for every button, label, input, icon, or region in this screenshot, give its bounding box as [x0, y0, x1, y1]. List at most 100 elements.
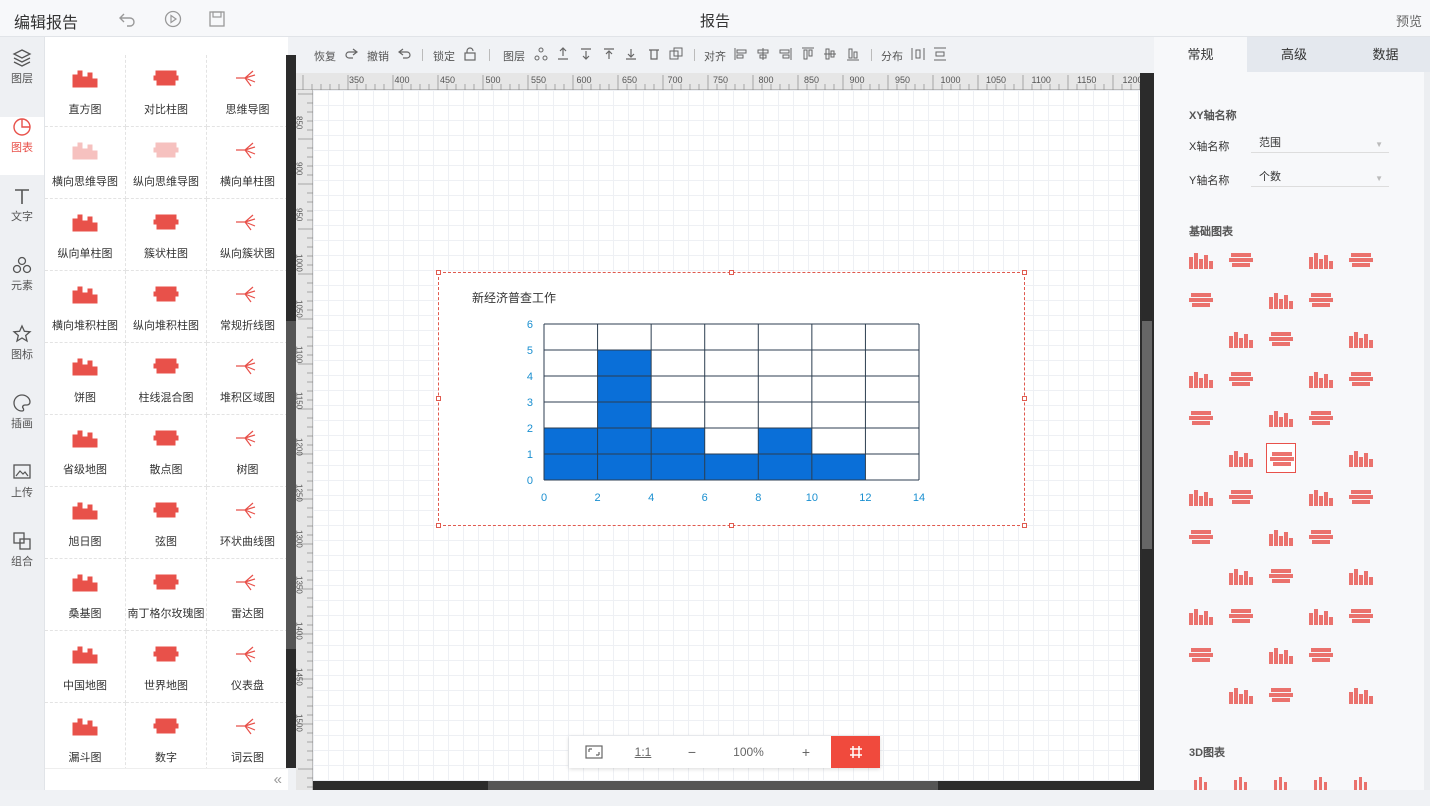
basic-chart-option[interactable]	[1266, 561, 1296, 591]
basic-chart-option[interactable]	[1346, 285, 1376, 315]
chart-type-item[interactable]: 南丁格尔玫瑰图	[126, 559, 207, 631]
basic-chart-option[interactable]	[1306, 324, 1336, 354]
layer-button[interactable]: 图层	[503, 48, 525, 64]
basic-chart-option[interactable]	[1346, 482, 1376, 512]
basic-chart-option[interactable]	[1346, 403, 1376, 433]
resize-handle-se[interactable]	[1022, 523, 1027, 528]
basic-chart-option[interactable]	[1266, 403, 1296, 433]
3d-chart-option[interactable]	[1266, 776, 1296, 806]
distribute-vertical-icon[interactable]	[933, 47, 947, 61]
chart-type-item[interactable]: 桑基图	[45, 559, 126, 631]
basic-chart-option[interactable]	[1186, 324, 1216, 354]
basic-chart-option[interactable]	[1266, 324, 1296, 354]
canvas-h-scrollbar-thumb[interactable]	[488, 781, 938, 790]
chart-type-item[interactable]: 饼图	[45, 343, 126, 415]
copy-icon[interactable]	[669, 47, 683, 61]
chart-type-item[interactable]: 纵向簇状图	[207, 199, 288, 271]
basic-chart-option[interactable]	[1346, 601, 1376, 631]
chart-type-item[interactable]: 仪表盘	[207, 631, 288, 703]
canvas-v-scrollbar[interactable]	[1140, 73, 1154, 790]
basic-chart-option[interactable]	[1346, 680, 1376, 710]
basic-chart-option[interactable]	[1226, 561, 1256, 591]
align-middle-v-icon[interactable]	[823, 47, 837, 61]
basic-chart-option[interactable]	[1266, 601, 1296, 631]
basic-chart-option[interactable]	[1226, 482, 1256, 512]
chart-type-item[interactable]: 散点图	[126, 415, 207, 487]
chart-type-item[interactable]: 横向堆积柱图	[45, 271, 126, 343]
basic-chart-option[interactable]	[1266, 482, 1296, 512]
undo-icon[interactable]	[398, 47, 412, 61]
basic-chart-option[interactable]	[1346, 522, 1376, 552]
tab-general[interactable]: 常规	[1154, 37, 1247, 72]
basic-chart-option[interactable]	[1226, 364, 1256, 394]
chart-type-item[interactable]: 簇状柱图	[126, 199, 207, 271]
nav-elements[interactable]: 元素	[0, 255, 44, 313]
chart-type-item[interactable]: 词云图	[207, 703, 288, 775]
basic-chart-option[interactable]	[1306, 443, 1336, 473]
undo-arrow-icon[interactable]	[118, 10, 136, 28]
basic-chart-option[interactable]	[1266, 364, 1296, 394]
basic-chart-option[interactable]	[1306, 680, 1336, 710]
chart-type-item[interactable]: 数字	[126, 703, 207, 775]
basic-chart-option[interactable]	[1306, 482, 1336, 512]
3d-chart-option[interactable]	[1186, 776, 1216, 806]
one-to-one-button[interactable]: 1:1	[618, 736, 668, 768]
chart-type-item[interactable]: 世界地图	[126, 631, 207, 703]
basic-chart-option[interactable]	[1306, 245, 1336, 275]
chart-type-item[interactable]: 省级地图	[45, 415, 126, 487]
chart-type-item[interactable]: 中国地图	[45, 631, 126, 703]
basic-chart-option[interactable]	[1226, 601, 1256, 631]
basic-chart-option[interactable]	[1226, 403, 1256, 433]
chart-type-item[interactable]: 雷达图	[207, 559, 288, 631]
collapse-double-chevron-icon[interactable]: «	[274, 771, 282, 788]
basic-chart-option[interactable]	[1306, 285, 1336, 315]
basic-chart-option[interactable]	[1226, 324, 1256, 354]
send-backward-icon[interactable]	[579, 47, 593, 61]
basic-chart-option[interactable]	[1186, 680, 1216, 710]
align-center-h-icon[interactable]	[756, 47, 770, 61]
distribute-button[interactable]: 分布	[881, 48, 903, 64]
redo-icon[interactable]	[344, 47, 358, 61]
nav-layers[interactable]: 图层	[0, 48, 44, 106]
save-icon[interactable]	[208, 10, 226, 28]
properties-scrollbar[interactable]	[1424, 72, 1430, 790]
chart-type-item[interactable]: 堆积区域图	[207, 343, 288, 415]
basic-chart-option[interactable]	[1346, 640, 1376, 670]
basic-chart-option[interactable]	[1226, 285, 1256, 315]
basic-chart-option[interactable]	[1186, 364, 1216, 394]
y-axis-name-select[interactable]: 个数 ▼	[1251, 169, 1389, 187]
resize-handle-nw[interactable]	[436, 270, 441, 275]
basic-chart-option[interactable]	[1306, 561, 1336, 591]
x-axis-name-select[interactable]: 范围 ▼	[1251, 135, 1389, 153]
chart-type-item[interactable]: 环状曲线图	[207, 487, 288, 559]
panel-scrollbar[interactable]	[286, 55, 296, 768]
basic-chart-option[interactable]	[1186, 285, 1216, 315]
preview-button[interactable]: 预览	[1396, 11, 1422, 30]
play-icon[interactable]	[164, 10, 182, 28]
chart-type-item[interactable]: 横向思维导图	[45, 127, 126, 199]
basic-chart-option[interactable]	[1186, 601, 1216, 631]
basic-chart-option[interactable]	[1226, 680, 1256, 710]
align-bottom-icon[interactable]	[846, 47, 860, 61]
chart-type-item[interactable]: 常规折线图	[207, 271, 288, 343]
basic-chart-option[interactable]	[1346, 443, 1376, 473]
grid-toggle-button[interactable]	[831, 736, 880, 768]
panel-scrollbar-thumb[interactable]	[286, 321, 296, 649]
delete-icon[interactable]	[647, 47, 661, 61]
basic-chart-option[interactable]	[1186, 561, 1216, 591]
basic-chart-option[interactable]	[1186, 640, 1216, 670]
align-top-icon[interactable]	[801, 47, 815, 61]
distribute-horizontal-icon[interactable]	[911, 47, 925, 61]
basic-chart-option[interactable]	[1306, 522, 1336, 552]
nav-text[interactable]: 文字	[0, 186, 44, 244]
layer-tree-icon[interactable]	[534, 47, 548, 61]
basic-chart-option[interactable]	[1266, 640, 1296, 670]
basic-chart-option[interactable]	[1226, 522, 1256, 552]
basic-chart-option[interactable]	[1306, 403, 1336, 433]
chart-type-item[interactable]: 对比柱图	[126, 55, 207, 127]
nav-group[interactable]: 组合	[0, 531, 44, 589]
resize-handle-sw[interactable]	[436, 523, 441, 528]
chart-type-item[interactable]: 纵向思维导图	[126, 127, 207, 199]
nav-icons[interactable]: 图标	[0, 324, 44, 382]
3d-chart-option[interactable]	[1346, 776, 1376, 806]
